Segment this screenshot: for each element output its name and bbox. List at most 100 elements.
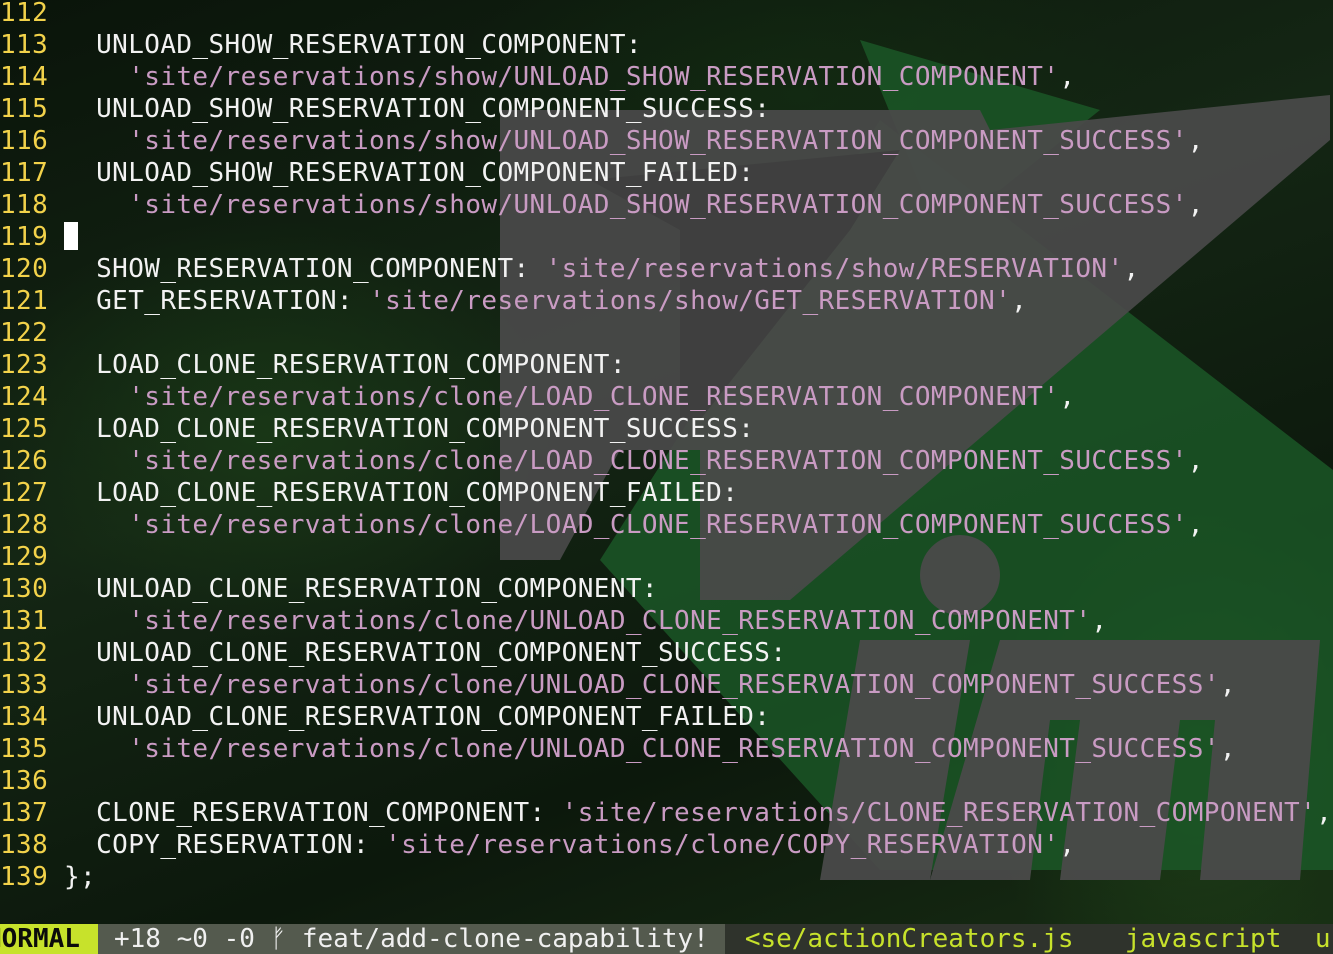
code-text: 'site/reservations/clone/UNLOAD_CLONE_RE… (64, 605, 1107, 637)
code-line[interactable]: 120 SHOW_RESERVATION_COMPONENT: 'site/re… (0, 253, 1333, 285)
code-line[interactable]: 115 UNLOAD_SHOW_RESERVATION_COMPONENT_SU… (0, 93, 1333, 125)
code-key: }; (64, 862, 97, 892)
code-text: LOAD_CLONE_RESERVATION_COMPONENT_SUCCESS… (64, 413, 754, 445)
code-punctuation: , (1187, 126, 1204, 156)
code-text (64, 221, 78, 253)
code-punctuation: , (1219, 670, 1236, 700)
code-punctuation: , (1059, 62, 1076, 92)
code-line[interactable]: 133 'site/reservations/clone/UNLOAD_CLON… (0, 669, 1333, 701)
code-punctuation: , (1059, 830, 1076, 860)
string-literal: 'site/reservations/show/UNLOAD_SHOW_RESE… (128, 62, 1060, 92)
code-text: }; (64, 861, 96, 893)
code-line[interactable]: 127 LOAD_CLONE_RESERVATION_COMPONENT_FAI… (0, 477, 1333, 509)
code-text: COPY_RESERVATION: 'site/reservations/clo… (64, 829, 1075, 861)
line-number: 133 (0, 670, 49, 700)
line-number: 127 (0, 478, 49, 508)
line-number: 134 (0, 702, 49, 732)
line-number: 122 (0, 318, 49, 348)
code-text: 'site/reservations/clone/UNLOAD_CLONE_RE… (64, 733, 1236, 765)
code-punctuation: , (1187, 446, 1204, 476)
code-text: UNLOAD_SHOW_RESERVATION_COMPONENT_FAILED… (64, 157, 754, 189)
code-punctuation: , (1059, 382, 1076, 412)
git-status: +18 ~0 -0 ᚠ feat/add-clone-capability! (98, 924, 725, 954)
code-line[interactable]: 122 (0, 317, 1333, 349)
string-literal: 'site/reservations/show/GET_RESERVATION' (369, 286, 1012, 316)
code-line[interactable]: 126 'site/reservations/clone/LOAD_CLONE_… (0, 445, 1333, 477)
code-key: COPY_RESERVATION: (96, 830, 386, 860)
code-text: 'site/reservations/show/UNLOAD_SHOW_RESE… (64, 61, 1075, 93)
code-key: UNLOAD_SHOW_RESERVATION_COMPONENT: (96, 30, 642, 60)
code-text: 'site/reservations/show/UNLOAD_SHOW_RESE… (64, 125, 1204, 157)
status-line: NORMAL +18 ~0 -0 ᚠ feat/add-clone-capabi… (0, 924, 1333, 954)
string-literal: 'site/reservations/clone/UNLOAD_CLONE_RE… (128, 734, 1220, 764)
code-line[interactable]: 124 'site/reservations/clone/LOAD_CLONE_… (0, 381, 1333, 413)
code-line[interactable]: 117 UNLOAD_SHOW_RESERVATION_COMPONENT_FA… (0, 157, 1333, 189)
code-punctuation: , (1219, 734, 1236, 764)
code-line[interactable]: 125 LOAD_CLONE_RESERVATION_COMPONENT_SUC… (0, 413, 1333, 445)
code-key: UNLOAD_CLONE_RESERVATION_COMPONENT: (96, 574, 658, 604)
line-number: 128 (0, 510, 49, 540)
code-editor[interactable]: 112 113 UNLOAD_SHOW_RESERVATION_COMPONENT… (0, 0, 1333, 893)
code-text: UNLOAD_CLONE_RESERVATION_COMPONENT: (64, 573, 658, 605)
code-key: CLONE_RESERVATION_COMPONENT: (96, 798, 562, 828)
git-branch: feat/add-clone-capability! (301, 924, 709, 954)
code-line[interactable]: 119 (0, 221, 1333, 253)
code-punctuation: , (1011, 286, 1028, 316)
code-line[interactable]: 136 (0, 765, 1333, 797)
code-line[interactable]: 135 'site/reservations/clone/UNLOAD_CLON… (0, 733, 1333, 765)
code-line[interactable]: 130 UNLOAD_CLONE_RESERVATION_COMPONENT: (0, 573, 1333, 605)
code-key: LOAD_CLONE_RESERVATION_COMPONENT_FAILED: (96, 478, 739, 508)
code-text: LOAD_CLONE_RESERVATION_COMPONENT: (64, 349, 626, 381)
code-text: 'site/reservations/clone/LOAD_CLONE_RESE… (64, 509, 1204, 541)
code-punctuation: , (1123, 254, 1140, 284)
line-number: 138 (0, 830, 49, 860)
code-line[interactable]: 121 GET_RESERVATION: 'site/reservations/… (0, 285, 1333, 317)
code-punctuation: , (1187, 510, 1204, 540)
code-line[interactable]: 123 LOAD_CLONE_RESERVATION_COMPONENT: (0, 349, 1333, 381)
code-line[interactable]: 114 'site/reservations/show/UNLOAD_SHOW_… (0, 61, 1333, 93)
branch-icon: ᚠ (270, 924, 287, 954)
code-line[interactable]: 138 COPY_RESERVATION: 'site/reservations… (0, 829, 1333, 861)
code-line[interactable]: 129 (0, 541, 1333, 573)
string-literal: 'site/reservations/clone/LOAD_CLONE_RESE… (128, 382, 1060, 412)
text-cursor (64, 222, 78, 250)
line-number: 129 (0, 542, 49, 572)
code-text: UNLOAD_SHOW_RESERVATION_COMPONENT: (64, 29, 642, 61)
line-number: 120 (0, 254, 49, 284)
code-line[interactable]: 132 UNLOAD_CLONE_RESERVATION_COMPONENT_S… (0, 637, 1333, 669)
code-line[interactable]: 137 CLONE_RESERVATION_COMPONENT: 'site/r… (0, 797, 1333, 829)
code-punctuation: , (1187, 190, 1204, 220)
code-line[interactable]: 131 'site/reservations/clone/UNLOAD_CLON… (0, 605, 1333, 637)
code-line[interactable]: 118 'site/reservations/show/UNLOAD_SHOW_… (0, 189, 1333, 221)
code-line[interactable]: 113 UNLOAD_SHOW_RESERVATION_COMPONENT: (0, 29, 1333, 61)
string-literal: 'site/reservations/clone/LOAD_CLONE_RESE… (128, 446, 1188, 476)
code-line[interactable]: 134 UNLOAD_CLONE_RESERVATION_COMPONENT_F… (0, 701, 1333, 733)
line-number: 114 (0, 62, 49, 92)
code-line[interactable]: 128 'site/reservations/clone/LOAD_CLONE_… (0, 509, 1333, 541)
line-number: 117 (0, 158, 49, 188)
line-number: 125 (0, 414, 49, 444)
line-number: 119 (0, 222, 49, 252)
code-line[interactable]: 112 (0, 0, 1333, 29)
code-line[interactable]: 139}; (0, 861, 1333, 893)
code-line[interactable]: 116 'site/reservations/show/UNLOAD_SHOW_… (0, 125, 1333, 157)
line-number: 126 (0, 446, 49, 476)
code-key: LOAD_CLONE_RESERVATION_COMPONENT_SUCCESS… (96, 414, 755, 444)
string-literal: 'site/reservations/clone/COPY_RESERVATIO… (385, 830, 1060, 860)
